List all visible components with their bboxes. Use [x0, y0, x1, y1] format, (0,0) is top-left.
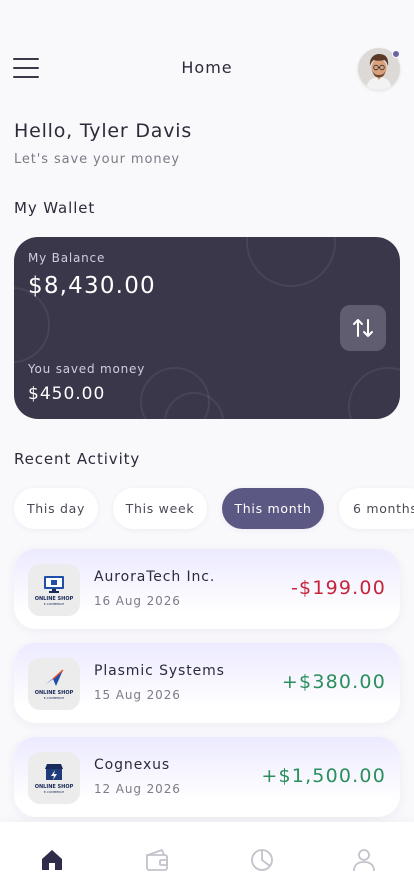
company-logo: ONLINE SHOP E-COMMERCE	[28, 658, 80, 710]
company-logo: ONLINE SHOP E-COMMERCE	[28, 564, 80, 616]
balance-value: $8,430.00	[28, 273, 156, 299]
arrow-logo-icon	[45, 669, 64, 686]
tab-6-months[interactable]: 6 months	[339, 488, 414, 529]
card-decoration	[246, 237, 336, 287]
period-tabs: This day This week This month 6 months	[14, 488, 414, 529]
wallet-card[interactable]: My Balance $8,430.00 You saved money $45…	[14, 237, 400, 419]
monitor-logo-icon	[44, 576, 64, 593]
wallet-section-title: My Wallet	[14, 199, 96, 217]
transaction-amount: -$199.00	[290, 577, 386, 599]
tab-this-month[interactable]: This month	[222, 488, 324, 529]
profile-icon[interactable]	[350, 846, 378, 874]
transaction-amount: +$380.00	[281, 671, 386, 693]
company-name: Plasmic Systems	[94, 663, 225, 679]
app-header: Home	[0, 44, 414, 94]
activity-item[interactable]: ONLINE SHOP E-COMMERCE AuroraTech Inc. 1…	[14, 549, 400, 629]
balance-label: My Balance	[28, 251, 106, 265]
greeting-title: Hello, Tyler Davis	[14, 120, 193, 142]
transaction-date: 12 Aug 2026	[94, 782, 181, 796]
logo-subtext: E-COMMERCE	[43, 696, 65, 700]
transaction-date: 16 Aug 2026	[94, 594, 181, 608]
wallet-icon[interactable]	[143, 846, 171, 874]
company-logo: ONLINE SHOP E-COMMERCE	[28, 752, 80, 804]
notification-dot	[392, 50, 400, 58]
transfer-arrows-icon	[353, 319, 373, 337]
greeting-subtitle: Let's save your money	[14, 152, 180, 167]
transfer-button[interactable]	[340, 305, 386, 351]
bottom-navigation	[0, 822, 414, 896]
activity-section-title: Recent Activity	[14, 450, 141, 468]
logo-subtext: E-COMMERCE	[43, 790, 65, 794]
page-title: Home	[181, 58, 233, 77]
activity-item[interactable]: ONLINE SHOP E-COMMERCE Plasmic Systems 1…	[14, 643, 400, 723]
transaction-amount: +$1,500.00	[261, 765, 386, 787]
tab-this-week[interactable]: This week	[113, 488, 207, 529]
transaction-date: 15 Aug 2026	[94, 688, 181, 702]
logo-subtext: E-COMMERCE	[43, 602, 65, 606]
store-logo-icon	[45, 764, 63, 780]
activity-item[interactable]: ONLINE SHOP E-COMMERCE Cognexus 12 Aug 2…	[14, 737, 400, 817]
card-decoration	[348, 367, 400, 419]
company-name: Cognexus	[94, 757, 171, 773]
saved-value: $450.00	[28, 384, 106, 404]
pie-chart-icon[interactable]	[248, 846, 276, 874]
home-icon[interactable]	[38, 846, 66, 874]
company-name: AuroraTech Inc.	[94, 569, 216, 585]
saved-label: You saved money	[28, 362, 146, 376]
tab-this-day[interactable]: This day	[14, 488, 98, 529]
